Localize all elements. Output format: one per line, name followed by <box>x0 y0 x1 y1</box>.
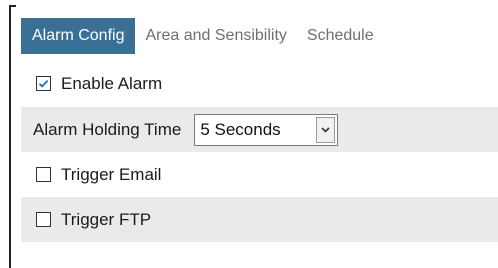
tab-bar: Alarm Config Area and Sensibility Schedu… <box>21 18 384 54</box>
trigger-ftp-checkbox[interactable] <box>36 212 51 227</box>
tab-schedule[interactable]: Schedule <box>297 18 384 54</box>
trigger-email-row: Trigger Email <box>21 152 498 197</box>
trigger-ftp-row: Trigger FTP <box>21 197 498 242</box>
panel-left-border <box>9 5 11 268</box>
alarm-holding-time-label: Alarm Holding Time <box>33 119 182 139</box>
tab-area-and-sensibility[interactable]: Area and Sensibility <box>135 18 296 54</box>
trigger-email-checkbox[interactable] <box>36 167 51 182</box>
alarm-settings-panel: Alarm Config Area and Sensibility Schedu… <box>0 0 498 268</box>
trigger-ftp-label: Trigger FTP <box>61 209 152 229</box>
tab-alarm-config[interactable]: Alarm Config <box>21 18 136 54</box>
alarm-holding-time-select[interactable]: 5 Seconds <box>194 113 339 146</box>
chevron-down-icon <box>321 126 330 133</box>
enable-alarm-label: Enable Alarm <box>61 73 163 93</box>
panel-top-corner <box>9 5 16 7</box>
trigger-email-label: Trigger Email <box>61 164 162 184</box>
settings-form: Enable Alarm Alarm Holding Time 5 Second… <box>21 60 498 242</box>
enable-alarm-row: Enable Alarm <box>21 60 498 107</box>
dropdown-button[interactable] <box>316 116 336 143</box>
checkmark-icon <box>38 79 49 88</box>
enable-alarm-checkbox[interactable] <box>36 76 51 91</box>
alarm-holding-time-value: 5 Seconds <box>200 119 281 139</box>
alarm-holding-time-row: Alarm Holding Time 5 Seconds <box>21 107 498 152</box>
